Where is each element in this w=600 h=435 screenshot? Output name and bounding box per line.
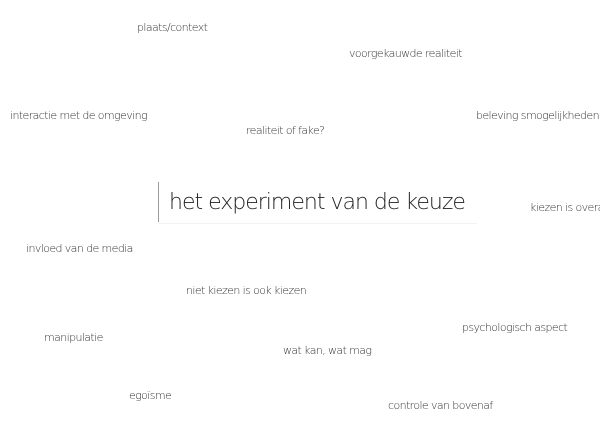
word-controle-van-bovenaf: controle van bovenaf <box>388 399 493 412</box>
central-topic: het experiment van de keuze <box>169 189 466 215</box>
word-psychologisch-aspect: psychologisch aspect <box>462 321 568 334</box>
word-belevingsmogelijkheden: beleving smogelijkheden <box>476 109 600 122</box>
word-realiteit-of-fake: realiteit of fake? <box>246 124 325 137</box>
word-plaats-context: plaats/context <box>137 21 208 34</box>
word-cloud-canvas: het experiment van de keuze plaats/conte… <box>0 0 600 435</box>
word-egoisme: egoïsme <box>129 389 172 402</box>
word-interactie-met-de-omgeving: interactie met de omgeving <box>10 109 148 122</box>
word-voorgekauwde-realiteit: voorgekauwde realiteit <box>349 47 463 60</box>
word-wat-kan-wat-mag: wat kan, wat mag <box>283 344 372 357</box>
word-kiezen-is-overal: kiezen is overal <box>530 201 600 214</box>
word-invloed-van-de-media: invloed van de media <box>26 242 133 255</box>
word-niet-kiezen-is-ook-kiezen: niet kiezen is ook kiezen <box>186 284 307 297</box>
word-manipulatie: manipulatie <box>44 331 103 344</box>
central-topic-box: het experiment van de keuze <box>158 182 477 224</box>
